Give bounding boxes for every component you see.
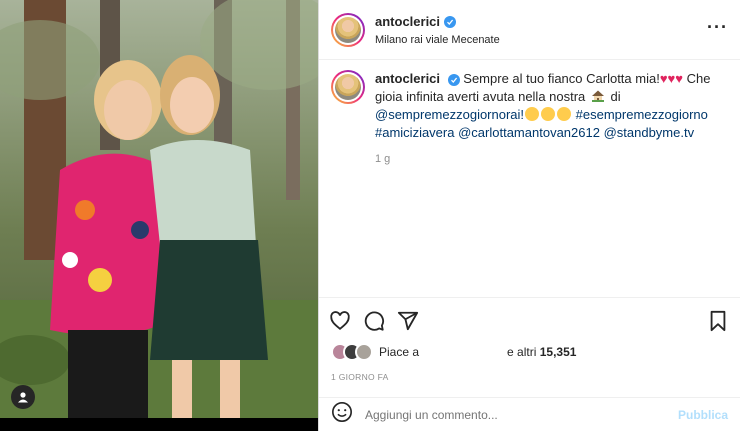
bookmark-icon[interactable] (708, 310, 728, 332)
hashtag-link[interactable]: #amiciziavera (375, 125, 454, 140)
hugging-face-emoji-icon (541, 107, 556, 121)
post-date: 1 GIORNO FA (331, 372, 389, 382)
post-photo[interactable] (0, 0, 318, 418)
caption-text-3: di (610, 89, 621, 104)
post-header: antoclerici Milano rai viale Mecenate ··… (319, 0, 740, 60)
comment-input[interactable] (365, 407, 678, 422)
verified-badge-icon (444, 15, 457, 28)
post-side-panel: antoclerici Milano rai viale Mecenate ··… (318, 0, 740, 431)
more-options-icon[interactable]: ··· (707, 18, 728, 38)
divider (319, 297, 740, 298)
caption-time-ago: 1 g (375, 153, 391, 165)
header-username[interactable]: antoclerici (375, 14, 440, 29)
likes-suffix: e altri (507, 345, 537, 359)
comment-icon[interactable] (363, 310, 385, 332)
hashtag-link[interactable]: #esempremezzogiorno (576, 107, 708, 122)
likes-count[interactable]: e altri 15,351 (507, 345, 576, 359)
heart-icon[interactable] (329, 310, 351, 332)
red-heart-emoji-icon: ♥♥♥ (659, 71, 683, 86)
mention-link[interactable]: @carlottamantovan2612 (458, 125, 600, 140)
hugging-face-emoji-icon (525, 107, 540, 121)
share-icon[interactable] (397, 310, 419, 332)
house-emoji-icon (591, 89, 605, 103)
publish-button[interactable]: Pubblica (678, 408, 728, 422)
photo-column (0, 0, 318, 431)
likes-summary: Piace a e altri 15,351 (331, 343, 731, 361)
user-tag-icon[interactable] (11, 385, 35, 409)
caption-avatar[interactable] (331, 70, 365, 104)
comment-bar: Pubblica (319, 397, 740, 431)
post-viewer: antoclerici Milano rai viale Mecenate ··… (0, 0, 740, 431)
hugging-face-emoji-icon (557, 107, 572, 121)
avatar[interactable] (331, 12, 365, 47)
mention-link[interactable]: @sempremezzogiornorai! (375, 107, 524, 122)
location-link[interactable]: Milano rai viale Mecenate (375, 34, 707, 46)
likes-prefix: Piace a (379, 345, 420, 359)
likes-number: 15,351 (539, 345, 577, 359)
caption-username[interactable]: antoclerici (375, 71, 440, 86)
liker-avatar[interactable] (355, 343, 373, 361)
emoji-icon[interactable] (331, 401, 353, 428)
mention-link[interactable]: @standbyme.tv (604, 125, 695, 140)
verified-badge-icon (447, 74, 460, 86)
caption: antoclerici Sempre al tuo fianco Carlott… (331, 70, 726, 168)
caption-text-1: Sempre al tuo fianco Carlotta mia! (463, 71, 660, 86)
action-bar (329, 309, 728, 333)
